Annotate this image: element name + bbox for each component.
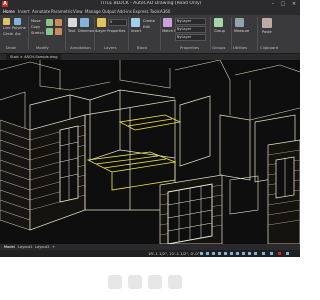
copy-button[interactable]: Copy — [31, 25, 40, 29]
match-properties-icon[interactable] — [163, 18, 172, 27]
line-icon[interactable] — [3, 18, 10, 25]
arc-button[interactable]: Arc — [15, 32, 21, 36]
ribbon-tabs: Home Insert Annotate Parametric View Man… — [0, 8, 300, 15]
edit-block-button[interactable]: Edit — [143, 25, 150, 29]
coordinate-readout: 1R'-1 1/2", 21'-1 1/2", 0'-0" — [148, 251, 200, 256]
measure-button[interactable]: Measure — [234, 29, 249, 33]
tab-express[interactable]: Express Tools — [133, 8, 160, 15]
window-title: TITLE BLOCK - AutoCAD Drawing (Read Only… — [100, 1, 202, 6]
maximize-icon[interactable]: □ — [278, 1, 288, 7]
polyline-button[interactable]: Polyline — [12, 26, 26, 30]
app-logo[interactable]: A — [2, 1, 8, 7]
hardware-accel-icon[interactable] — [254, 252, 257, 255]
polyline-icon[interactable] — [14, 18, 21, 25]
panel-annotation: Annotation — [70, 45, 91, 50]
side-partition — [229, 175, 259, 215]
panel-modify: Modify — [36, 45, 49, 50]
ribbon-divider — [128, 17, 129, 50]
panel-utilities: Utilities — [233, 45, 248, 50]
ortho-icon[interactable] — [212, 252, 215, 255]
taskbar-app-icon[interactable] — [148, 275, 162, 289]
ribbon-divider — [160, 17, 161, 50]
customize-icon[interactable] — [270, 252, 273, 255]
tab-addins[interactable]: Add-ins — [117, 8, 132, 15]
autocad-window: A TITLE BLOCK - AutoCAD Drawing (Read On… — [0, 0, 300, 257]
panel-clipboard: Clipboard — [260, 45, 279, 50]
panel-properties: Properties — [180, 45, 200, 50]
paste-button[interactable]: Paste — [262, 30, 272, 34]
title-bar: A TITLE BLOCK - AutoCAD Drawing (Read On… — [0, 0, 300, 8]
insert-icon[interactable] — [131, 18, 140, 27]
ribbon-panel: Line Polyline Circle Arc Draw Move Copy … — [0, 15, 300, 54]
insert-button[interactable]: Insert — [131, 29, 141, 33]
annotation-scale-icon[interactable] — [236, 252, 239, 255]
panel-draw: Draw — [6, 45, 16, 50]
tab-home[interactable]: Home — [3, 8, 15, 15]
text-icon[interactable] — [68, 18, 77, 27]
right-wall — [267, 139, 300, 244]
snap-icon[interactable] — [206, 252, 209, 255]
tab-output[interactable]: Output — [102, 8, 116, 15]
tab-annotate[interactable]: Annotate — [32, 8, 50, 15]
layer-select[interactable]: 0 — [108, 19, 127, 26]
linetype-select[interactable]: ByLayer — [175, 26, 206, 33]
tab-insert[interactable]: Insert — [18, 8, 29, 15]
panel-groups: Groups — [212, 45, 226, 50]
autodesk-icon[interactable] — [278, 252, 281, 255]
tab-manage[interactable]: Manage — [85, 8, 101, 15]
circle-button[interactable]: Circle — [3, 32, 13, 36]
group-button[interactable]: Group — [214, 29, 225, 33]
polar-icon[interactable] — [218, 252, 221, 255]
taskbar-app-icon[interactable] — [168, 275, 182, 289]
isolate-icon[interactable] — [248, 252, 251, 255]
menu-icon[interactable] — [286, 252, 289, 255]
drawing-canvas[interactable] — [0, 60, 300, 244]
back-walls — [0, 60, 300, 130]
taskbar-app-icon[interactable] — [128, 275, 142, 289]
measure-icon[interactable] — [235, 18, 244, 27]
trim-icon[interactable] — [55, 19, 62, 26]
siding-left — [0, 119, 31, 231]
lineweight-select[interactable]: ByLayer — [175, 34, 206, 41]
door — [59, 125, 79, 203]
close-icon[interactable]: × — [289, 1, 299, 7]
ribbon-divider — [65, 17, 66, 50]
fillet-icon[interactable] — [55, 28, 62, 35]
grid-icon[interactable] — [200, 252, 203, 255]
minimize-icon[interactable]: – — [268, 1, 278, 7]
move-button[interactable]: Move — [31, 19, 41, 23]
tab-a360[interactable]: A360 — [160, 8, 170, 15]
stairs — [86, 114, 182, 191]
text-button[interactable]: Text — [68, 29, 75, 33]
lineweight-icon[interactable] — [230, 252, 233, 255]
panel-block: Block — [137, 45, 148, 50]
paste-icon[interactable] — [262, 18, 272, 28]
tab-view[interactable]: View — [73, 8, 83, 15]
window — [167, 183, 213, 244]
dimension-icon[interactable] — [80, 18, 89, 27]
color-select[interactable]: ByLayer — [175, 18, 206, 25]
line-button[interactable]: Line — [3, 26, 11, 30]
clean-screen-icon[interactable] — [262, 252, 265, 255]
ribbon-divider — [231, 17, 232, 50]
taskbar-app-icon[interactable] — [108, 275, 122, 289]
stretch-button[interactable]: Stretch — [31, 31, 44, 35]
status-bar: 1R'-1 1/2", 21'-1 1/2", 0'-0" — [0, 250, 300, 257]
group-icon[interactable] — [214, 18, 223, 27]
ribbon-divider — [210, 17, 211, 50]
rotate-icon[interactable] — [46, 19, 53, 26]
layer-properties-button[interactable]: Layer Properties — [96, 29, 125, 33]
ribbon-divider — [257, 17, 258, 50]
house-3d-wireframe — [0, 60, 300, 244]
ribbon-divider — [28, 17, 29, 50]
create-block-button[interactable]: Create — [143, 19, 155, 23]
osnap-icon[interactable] — [224, 252, 227, 255]
mirror-icon[interactable] — [46, 28, 53, 35]
layer-properties-icon[interactable] — [97, 18, 106, 27]
panel-layers: Layers — [104, 45, 117, 50]
workspace-icon[interactable] — [242, 252, 245, 255]
tab-parametric[interactable]: Parametric — [51, 8, 73, 15]
ribbon-divider — [94, 17, 95, 50]
taskbar — [0, 266, 300, 300]
